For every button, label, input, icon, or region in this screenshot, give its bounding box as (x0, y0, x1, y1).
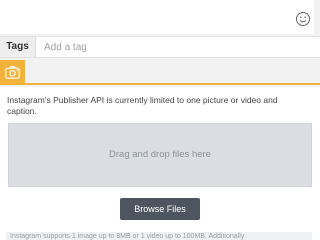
tags-label: Tags (0, 37, 36, 57)
file-dropzone[interactable]: Drag and drop files here (8, 123, 312, 187)
api-limit-notice: Instagram’s Publisher API is currently l… (7, 95, 278, 116)
smiley-face-icon[interactable] (295, 11, 311, 27)
instagram-publisher-panel: Instagram’s Publisher API is currently l… (0, 87, 320, 240)
post-editor: Tags Instagram’s Publisher API is curren… (0, 0, 320, 240)
tag-input[interactable] (37, 37, 320, 57)
tab-instagram[interactable] (0, 60, 25, 85)
tags-row: Tags (0, 36, 320, 58)
instagram-camera-icon (5, 66, 20, 79)
network-tabs (0, 60, 320, 85)
message-composer[interactable] (0, 0, 314, 34)
media-limits-note: Instagram supports 1 image up to 8MB or … (6, 232, 312, 240)
browse-files-button[interactable]: Browse Files (120, 198, 200, 220)
